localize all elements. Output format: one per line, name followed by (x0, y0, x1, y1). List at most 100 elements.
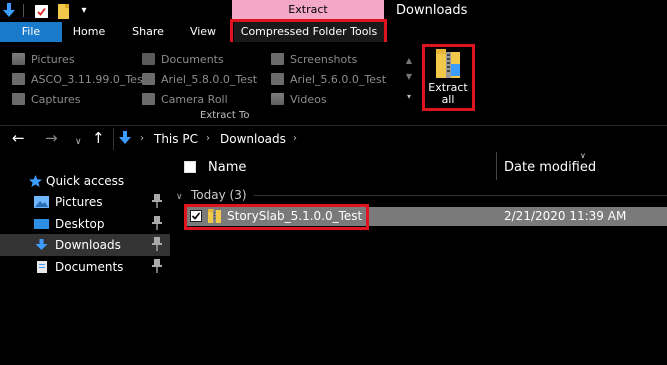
tab-home[interactable]: Home (62, 22, 116, 42)
chevron-down-icon: ∨ (176, 192, 183, 202)
ribbon-tabs: File Home Share View Compressed Folder T… (0, 22, 667, 42)
tab-view[interactable]: View (178, 22, 228, 42)
extract-all-label: Extract all (425, 82, 471, 106)
window-title: Downloads (396, 3, 468, 18)
extract-to-pictures[interactable]: Pictures (12, 50, 75, 69)
group-header-today[interactable]: ∨ Today (3) (176, 188, 247, 202)
back-arrow-icon[interactable]: ← (12, 130, 25, 146)
folder-icon (271, 53, 284, 65)
file-name: StorySlab_5.1.0.0_Test (227, 209, 363, 223)
pin-icon[interactable] (152, 216, 162, 230)
folder-icon (142, 93, 155, 105)
group-header-label: Today (3) (191, 188, 247, 202)
extract-to-documents[interactable]: Documents (142, 50, 224, 69)
recent-locations-icon[interactable]: ∨ (75, 134, 82, 150)
sidebar-item-label: Desktop (55, 217, 105, 231)
extract-all-label-line2: all (441, 93, 455, 106)
sidebar-item-pictures[interactable]: Pictures (0, 191, 170, 213)
downloads-location-icon (119, 131, 131, 144)
pictures-folder-icon (12, 53, 25, 65)
checkmark-icon (191, 212, 201, 220)
pin-icon[interactable] (152, 237, 162, 251)
extract-to-label: Ariel_5.8.0.0_Test (161, 73, 258, 86)
extract-to-asco[interactable]: ASCO_3.11.99.0_Test (12, 70, 147, 89)
extract-to-label: Screenshots (290, 53, 358, 66)
pin-icon[interactable] (152, 194, 162, 208)
extract-to-gallery: Pictures Documents Screenshots ASCO_3.11… (6, 46, 412, 106)
gallery-scroll-down-icon[interactable]: ▼ (404, 72, 414, 82)
folder-icon (12, 93, 25, 105)
file-list: Name ∨ Date modified ∨ Today (3) StorySla… (170, 151, 667, 365)
down-arrow-icon[interactable] (2, 3, 16, 18)
sidebar-item-desktop[interactable]: Desktop (0, 213, 170, 235)
pin-icon[interactable] (152, 259, 162, 273)
toolbar-separator (23, 4, 24, 17)
sidebar-item-documents[interactable]: Documents (0, 256, 170, 278)
zip-file-icon (208, 209, 221, 223)
downloads-icon (35, 239, 48, 250)
sidebar-item-downloads[interactable]: Downloads (0, 234, 170, 256)
properties-icon[interactable] (35, 5, 48, 18)
gallery-scroll-up-icon[interactable]: ▲ (404, 56, 414, 66)
extract-to-label: Ariel_5.6.0.0_Test (290, 73, 387, 86)
breadcrumb-this-pc[interactable]: This PC (154, 132, 198, 146)
extract-to-label: Pictures (31, 53, 75, 66)
column-header: Name ∨ Date modified (170, 151, 667, 182)
select-all-checkbox[interactable] (184, 161, 196, 173)
star-icon (29, 175, 42, 187)
folder-icon (12, 73, 25, 85)
title-bar: ▾ Extract Downloads (0, 0, 667, 22)
extract-to-ariel-560[interactable]: Ariel_5.6.0.0_Test (271, 70, 386, 89)
column-header-date-modified[interactable]: Date modified (504, 160, 596, 175)
breadcrumb-downloads[interactable]: Downloads (220, 132, 286, 146)
folder-icon (142, 73, 155, 85)
gallery-expand-icon[interactable]: ▾ (404, 92, 414, 102)
extract-to-captures[interactable]: Captures (12, 90, 80, 109)
extract-all-button[interactable]: Extract all (425, 45, 471, 107)
tab-compressed-folder-tools[interactable]: Compressed Folder Tools (234, 22, 384, 42)
new-folder-icon[interactable] (58, 4, 69, 19)
tab-share[interactable]: Share (120, 22, 176, 42)
extract-to-label: Captures (31, 93, 81, 106)
videos-folder-icon (271, 93, 284, 105)
folder-icon (271, 73, 284, 85)
navigation-pane: Quick access Pictures Desktop Downloads (0, 170, 170, 365)
extract-to-videos[interactable]: Videos (271, 90, 327, 109)
sidebar-item-label: Pictures (55, 195, 103, 209)
column-header-name[interactable]: Name (208, 160, 246, 175)
zip-folder-icon (436, 49, 460, 78)
forward-arrow-icon[interactable]: → (45, 130, 58, 146)
extract-to-label: Camera Roll (161, 93, 228, 106)
sort-indicator-icon: ∨ (580, 151, 586, 160)
breadcrumb-separator-icon[interactable]: › (206, 133, 210, 144)
breadcrumb-separator-icon[interactable]: › (140, 133, 144, 144)
breadcrumb[interactable]: › This PC › Downloads › (113, 128, 667, 150)
extract-to-label: ASCO_3.11.99.0_Test (31, 73, 147, 86)
extract-to-label: Videos (290, 93, 327, 106)
pictures-icon (34, 196, 49, 208)
ribbon-panel: Pictures Documents Screenshots ASCO_3.11… (0, 42, 667, 126)
extract-to-label: Documents (161, 53, 224, 66)
sidebar-item-label: Documents (55, 260, 124, 274)
column-divider[interactable] (496, 152, 497, 180)
extract-to-camera-roll[interactable]: Camera Roll (142, 90, 228, 109)
sidebar-item-quick-access[interactable]: Quick access (0, 170, 170, 192)
desktop-icon (34, 219, 49, 229)
customize-toolbar-icon[interactable]: ▾ (78, 5, 90, 20)
extract-to-screenshots[interactable]: Screenshots (271, 50, 357, 69)
file-date-modified: 2/21/2020 11:39 AM (504, 209, 627, 223)
table-row[interactable]: StorySlab_5.1.0.0_Test 2/21/2020 11:39 A… (184, 207, 667, 226)
tab-file[interactable]: File (0, 22, 62, 42)
group-divider (254, 195, 667, 196)
documents-icon (37, 261, 47, 273)
context-tab-header: Extract (232, 0, 384, 20)
extract-to-ariel-580[interactable]: Ariel_5.8.0.0_Test (142, 70, 257, 89)
breadcrumb-separator-icon[interactable]: › (293, 133, 297, 144)
address-bar: ← → ∨ ↑ › This PC › Downloads › (0, 126, 667, 152)
sidebar-item-label: Quick access (46, 174, 125, 188)
extract-to-group-label: Extract To (200, 110, 250, 121)
documents-folder-icon (142, 53, 155, 65)
up-arrow-icon[interactable]: ↑ (92, 130, 105, 146)
row-checkbox[interactable] (190, 210, 202, 222)
sidebar-item-label: Downloads (55, 238, 121, 252)
